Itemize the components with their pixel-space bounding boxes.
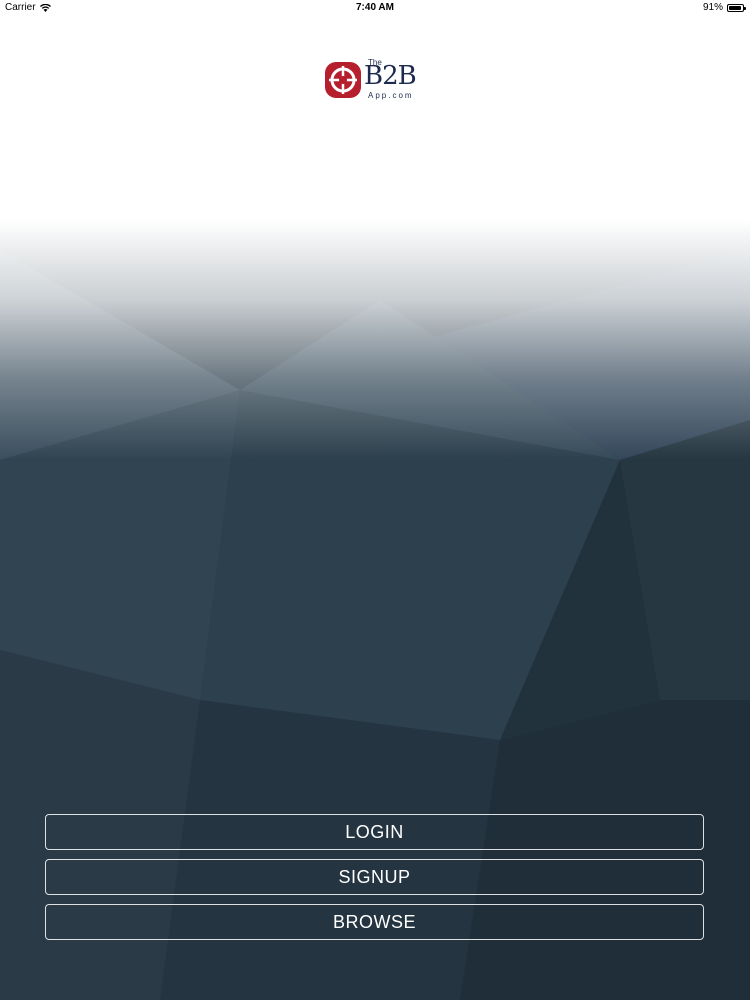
battery-icon xyxy=(727,3,746,12)
battery-percent: 91% xyxy=(702,2,723,13)
login-button[interactable]: LOGIN xyxy=(45,814,704,850)
welcome-screen: Carrier 7:40 AM 91% The B2B App.com LOGI… xyxy=(0,0,750,1000)
auth-actions: LOGIN SIGNUP BROWSE xyxy=(45,814,704,940)
status-bar: Carrier 7:40 AM 91% xyxy=(0,0,750,16)
logo-name-text: B2B xyxy=(364,61,417,91)
status-time: 7:40 AM xyxy=(356,2,394,13)
signup-button[interactable]: SIGNUP xyxy=(45,859,704,895)
app-logo: The B2B App.com xyxy=(324,58,434,104)
logo-domain-text: App.com xyxy=(368,91,414,100)
battery-level-fill xyxy=(729,5,741,10)
logo-mark-icon xyxy=(325,62,361,98)
status-right: 91% xyxy=(702,2,746,13)
browse-button[interactable]: BROWSE xyxy=(45,904,704,940)
